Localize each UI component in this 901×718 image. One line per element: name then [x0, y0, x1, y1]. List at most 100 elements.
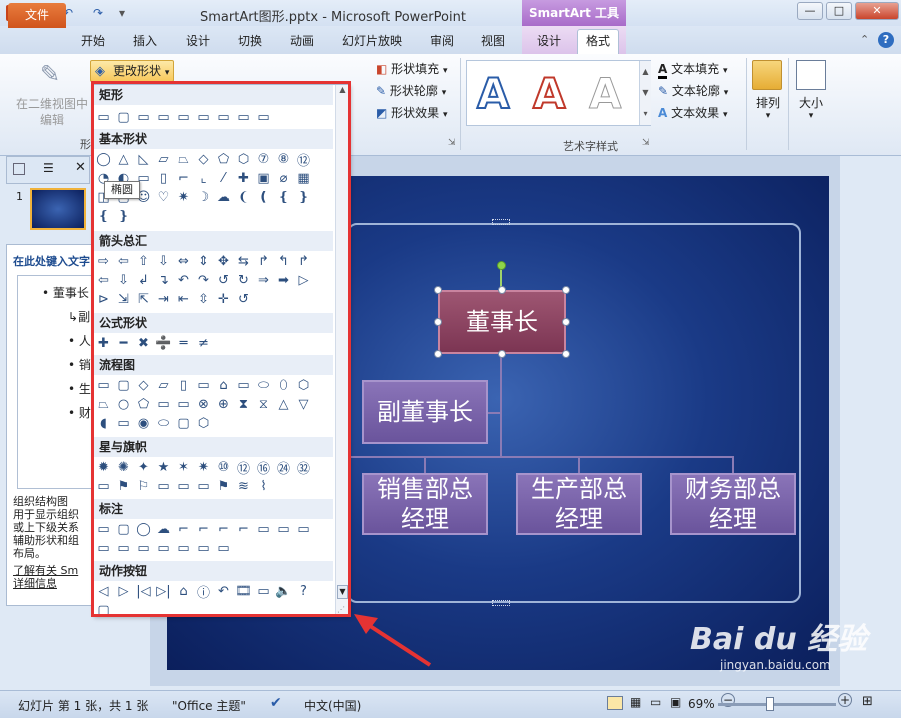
shape-option[interactable]: ▷ — [115, 583, 132, 600]
shape-option[interactable]: ⇥ — [155, 291, 172, 308]
shape-option[interactable]: ▷| — [155, 583, 172, 600]
shape-option[interactable]: ▭ — [255, 521, 272, 538]
shape-option[interactable]: ⌀ — [275, 170, 292, 187]
shape-option[interactable]: ☁ — [215, 189, 232, 206]
shape-option[interactable]: ⑦ — [255, 151, 272, 168]
shape-option[interactable]: ⚑ — [215, 478, 232, 495]
shape-option[interactable]: ━ — [115, 335, 132, 352]
outline-tab-icon[interactable]: ☰ — [43, 161, 54, 175]
shape-option[interactable]: ✹ — [95, 459, 112, 476]
shape-option[interactable]: ↻ — [235, 272, 252, 289]
shape-option[interactable]: ⇆ — [235, 253, 252, 270]
shape-option[interactable]: ↺ — [215, 272, 232, 289]
shape-option[interactable]: ✖ — [135, 335, 152, 352]
slide-thumbnail[interactable] — [30, 188, 86, 230]
shape-option[interactable]: ▭ — [195, 478, 212, 495]
shape-option[interactable]: ⌂ — [175, 583, 192, 600]
shape-option[interactable]: ◺ — [135, 151, 152, 168]
shape-option[interactable]: |◁ — [135, 583, 152, 600]
shape-outline-button[interactable]: ✎ 形状轮廓 ▾ — [376, 82, 446, 99]
shape-option[interactable]: ❨ — [235, 189, 252, 206]
shape-option[interactable]: ⌐ — [175, 521, 192, 538]
zoom-slider[interactable] — [718, 703, 836, 706]
shape-option[interactable]: ⬡ — [295, 377, 312, 394]
org-node-production[interactable]: 生产部总经理 — [516, 473, 642, 535]
shape-effects-button[interactable]: ◩ 形状效果 ▾ — [376, 104, 448, 121]
shape-option[interactable]: ◯ — [135, 521, 152, 538]
shape-option[interactable]: ⑫ — [295, 151, 312, 169]
tab-view[interactable]: 视图 — [473, 30, 513, 54]
help-icon[interactable]: ? — [878, 32, 894, 48]
selection-handle[interactable] — [498, 286, 506, 294]
shape-option[interactable]: ↶ — [215, 583, 232, 600]
shape-option[interactable]: ▢ — [115, 377, 132, 394]
shape-option[interactable]: ⌂ — [215, 377, 232, 394]
shape-option[interactable]: ⬠ — [215, 151, 232, 168]
shape-option[interactable]: ▭ — [175, 396, 192, 413]
shape-option[interactable]: ◖ — [95, 415, 112, 432]
shape-option[interactable]: ★ — [155, 459, 172, 476]
shape-option[interactable]: ❴ — [275, 189, 292, 206]
shape-option[interactable]: ▭ — [155, 478, 172, 495]
shape-option[interactable]: ⇧ — [135, 253, 152, 270]
shape-option[interactable]: ▦ — [295, 170, 312, 187]
shape-option[interactable]: ⑫ — [235, 459, 252, 477]
shape-option[interactable]: ▢ — [115, 109, 132, 126]
bullet-vice[interactable]: ↳副 — [68, 308, 90, 325]
shape-option[interactable]: ◇ — [195, 151, 212, 168]
zoom-slider-thumb[interactable] — [766, 697, 774, 711]
shape-option[interactable]: ⑧ — [275, 151, 292, 168]
shape-option[interactable]: △ — [115, 151, 132, 168]
tab-insert[interactable]: 插入 — [125, 30, 165, 54]
selection-handle[interactable] — [434, 286, 442, 294]
shape-option[interactable]: ❵ — [295, 189, 312, 206]
shape-option[interactable]: ⚑ — [115, 478, 132, 495]
arrange-button[interactable]: 排列 ▾ — [754, 94, 782, 121]
shape-option[interactable]: ▣ — [255, 170, 272, 187]
shape-option[interactable]: ⇕ — [195, 253, 212, 270]
shape-option[interactable]: ▭ — [95, 377, 112, 394]
edit-in-2d-button[interactable]: 在二维视图中 编辑 — [14, 96, 90, 128]
text-fill-button[interactable]: A 文本填充 ▾ — [658, 60, 728, 79]
selection-handle[interactable] — [562, 286, 570, 294]
shape-option[interactable]: ↱ — [295, 253, 312, 270]
shape-option[interactable]: ⇦ — [115, 253, 132, 270]
close-pane-icon[interactable]: ✕ — [75, 160, 86, 175]
shape-option[interactable]: ▽ — [295, 396, 312, 413]
shape-option[interactable]: ▭ — [275, 521, 292, 538]
shape-option[interactable]: ◯ — [95, 151, 112, 168]
shape-option[interactable]: ▭ — [175, 109, 192, 126]
shape-option[interactable]: ⬯ — [275, 377, 292, 394]
zoom-level[interactable]: 69% — [688, 697, 715, 711]
shape-option[interactable]: 🎞 — [235, 583, 252, 600]
shape-option[interactable]: ⏢ — [95, 396, 112, 413]
close-button[interactable]: ✕ — [855, 2, 899, 20]
tab-slideshow[interactable]: 幻灯片放映 — [334, 30, 410, 54]
scroll-down-icon[interactable]: ▼ — [337, 585, 348, 599]
shape-option[interactable]: ▭ — [135, 109, 152, 126]
shape-option[interactable]: ✥ — [215, 253, 232, 270]
shape-option[interactable]: ▭ — [175, 478, 192, 495]
collapse-ribbon-icon[interactable]: ⌃ — [860, 33, 869, 46]
shape-option[interactable]: ═ — [175, 335, 192, 352]
language[interactable]: 中文(中国) — [304, 697, 361, 714]
shape-option[interactable]: ≠ — [195, 335, 212, 352]
change-shape-button[interactable]: ◈ 更改形状 ▾ — [90, 60, 174, 82]
selection-handle[interactable] — [562, 350, 570, 358]
shape-option[interactable]: ⌐ — [235, 521, 252, 538]
shape-option[interactable]: ▱ — [155, 377, 172, 394]
wordart-style-gray[interactable]: A — [589, 66, 623, 122]
shape-option[interactable]: ⇩ — [155, 253, 172, 270]
shape-option[interactable]: ⇳ — [195, 291, 212, 308]
shape-option[interactable]: ○ — [115, 396, 132, 413]
tab-file[interactable]: 文件 — [8, 3, 66, 28]
shape-option[interactable]: ⇤ — [175, 291, 192, 308]
shape-option[interactable]: ▷ — [295, 272, 312, 289]
shape-option[interactable]: ⌐ — [195, 521, 212, 538]
shape-option[interactable]: ⊗ — [195, 396, 212, 413]
shape-option[interactable]: ⧖ — [255, 396, 272, 413]
wordart-style-red[interactable]: A — [532, 66, 566, 122]
shape-option[interactable]: ⌐ — [175, 170, 192, 187]
shape-option[interactable]: ⇱ — [135, 291, 152, 308]
shape-option[interactable]: ◇ — [135, 377, 152, 394]
